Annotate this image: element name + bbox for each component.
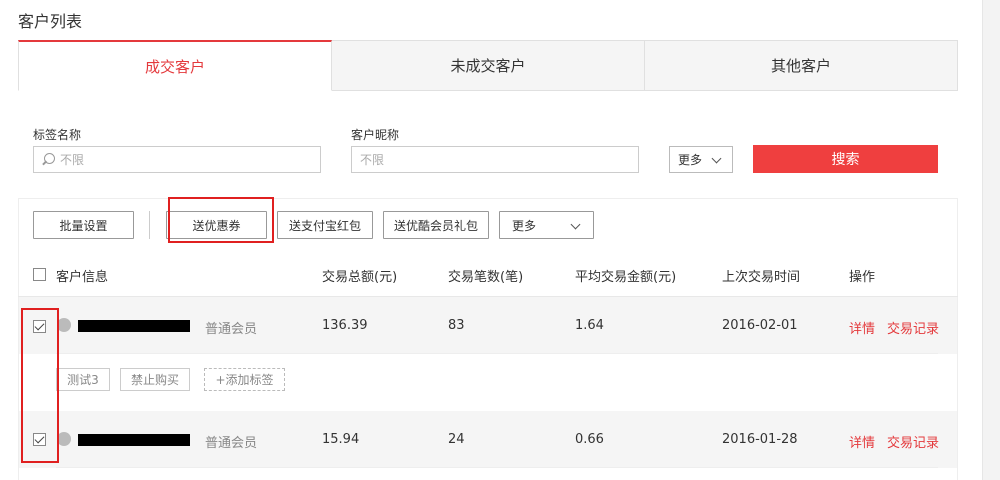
total-amount: 136.39	[322, 318, 368, 333]
chevron-down-icon	[711, 153, 722, 164]
page-title: 客户列表	[18, 12, 83, 31]
send-alipay-redpack-button[interactable]: 送支付宝红包	[277, 211, 373, 239]
header-transaction-count: 交易笔数(笔)	[448, 270, 524, 285]
tag-name-placeholder: 不限	[60, 153, 85, 167]
header-total-amount: 交易总额(元)	[322, 270, 398, 285]
tag-name-label: 标签名称	[33, 128, 82, 142]
tab-other-customers[interactable]: 其他客户	[645, 40, 958, 91]
scrollbar-track[interactable]	[982, 0, 1000, 480]
header-customer-info: 客户信息	[56, 270, 109, 285]
toolbar-more-label: 更多	[512, 218, 537, 233]
tab-unclosed-customers[interactable]: 未成交客户	[332, 40, 645, 91]
batch-settings-button[interactable]: 批量设置	[33, 211, 134, 239]
transaction-records-link[interactable]: 交易记录	[887, 318, 939, 337]
average-amount: 0.66	[575, 432, 604, 447]
add-tag-button[interactable]: +添加标签	[204, 368, 285, 391]
total-amount: 15.94	[322, 432, 360, 447]
detail-link[interactable]: 详情	[849, 318, 875, 337]
avatar	[57, 432, 71, 446]
tag-name-input[interactable]: 不限	[33, 146, 321, 173]
search-icon	[40, 152, 56, 168]
avatar	[57, 318, 71, 332]
chevron-down-icon	[570, 219, 581, 230]
transaction-count: 24	[448, 432, 465, 447]
member-level: 普通会员	[205, 322, 258, 337]
last-transaction-date: 2016-02-01	[722, 318, 798, 333]
detail-link[interactable]: 详情	[849, 432, 875, 451]
row-checkbox[interactable]	[33, 433, 46, 446]
customer-tabs: 成交客户 未成交客户 其他客户	[18, 40, 958, 91]
transaction-count: 83	[448, 318, 465, 333]
nickname-placeholder: 不限	[360, 153, 385, 167]
toolbar-divider	[149, 211, 150, 239]
nickname-label: 客户昵称	[351, 128, 400, 142]
header-last-transaction: 上次交易时间	[722, 270, 801, 285]
header-actions: 操作	[849, 270, 876, 285]
send-member-gift-button[interactable]: 送优酷会员礼包	[383, 211, 489, 239]
redacted-customer-name	[78, 320, 190, 332]
row-divider	[56, 467, 938, 468]
member-level: 普通会员	[205, 436, 258, 451]
average-amount: 1.64	[575, 318, 604, 333]
redacted-customer-name	[78, 434, 190, 446]
row-divider	[56, 353, 938, 354]
more-filters-select[interactable]: 更多	[669, 146, 733, 173]
toolbar-more-select[interactable]: 更多	[499, 211, 594, 239]
nickname-input[interactable]: 不限	[351, 146, 639, 173]
transaction-records-link[interactable]: 交易记录	[887, 432, 939, 451]
select-all-checkbox[interactable]	[33, 268, 46, 281]
header-average-amount: 平均交易金额(元)	[575, 270, 677, 285]
send-coupon-button[interactable]: 送优惠券	[166, 211, 267, 239]
customer-tag[interactable]: 测试3	[56, 368, 110, 391]
row-checkbox[interactable]	[33, 320, 46, 333]
more-filters-label: 更多	[678, 153, 703, 167]
customer-tag[interactable]: 禁止购买	[120, 368, 190, 391]
last-transaction-date: 2016-01-28	[722, 432, 798, 447]
search-button[interactable]: 搜索	[753, 145, 938, 173]
tab-closed-customers[interactable]: 成交客户	[18, 40, 332, 91]
